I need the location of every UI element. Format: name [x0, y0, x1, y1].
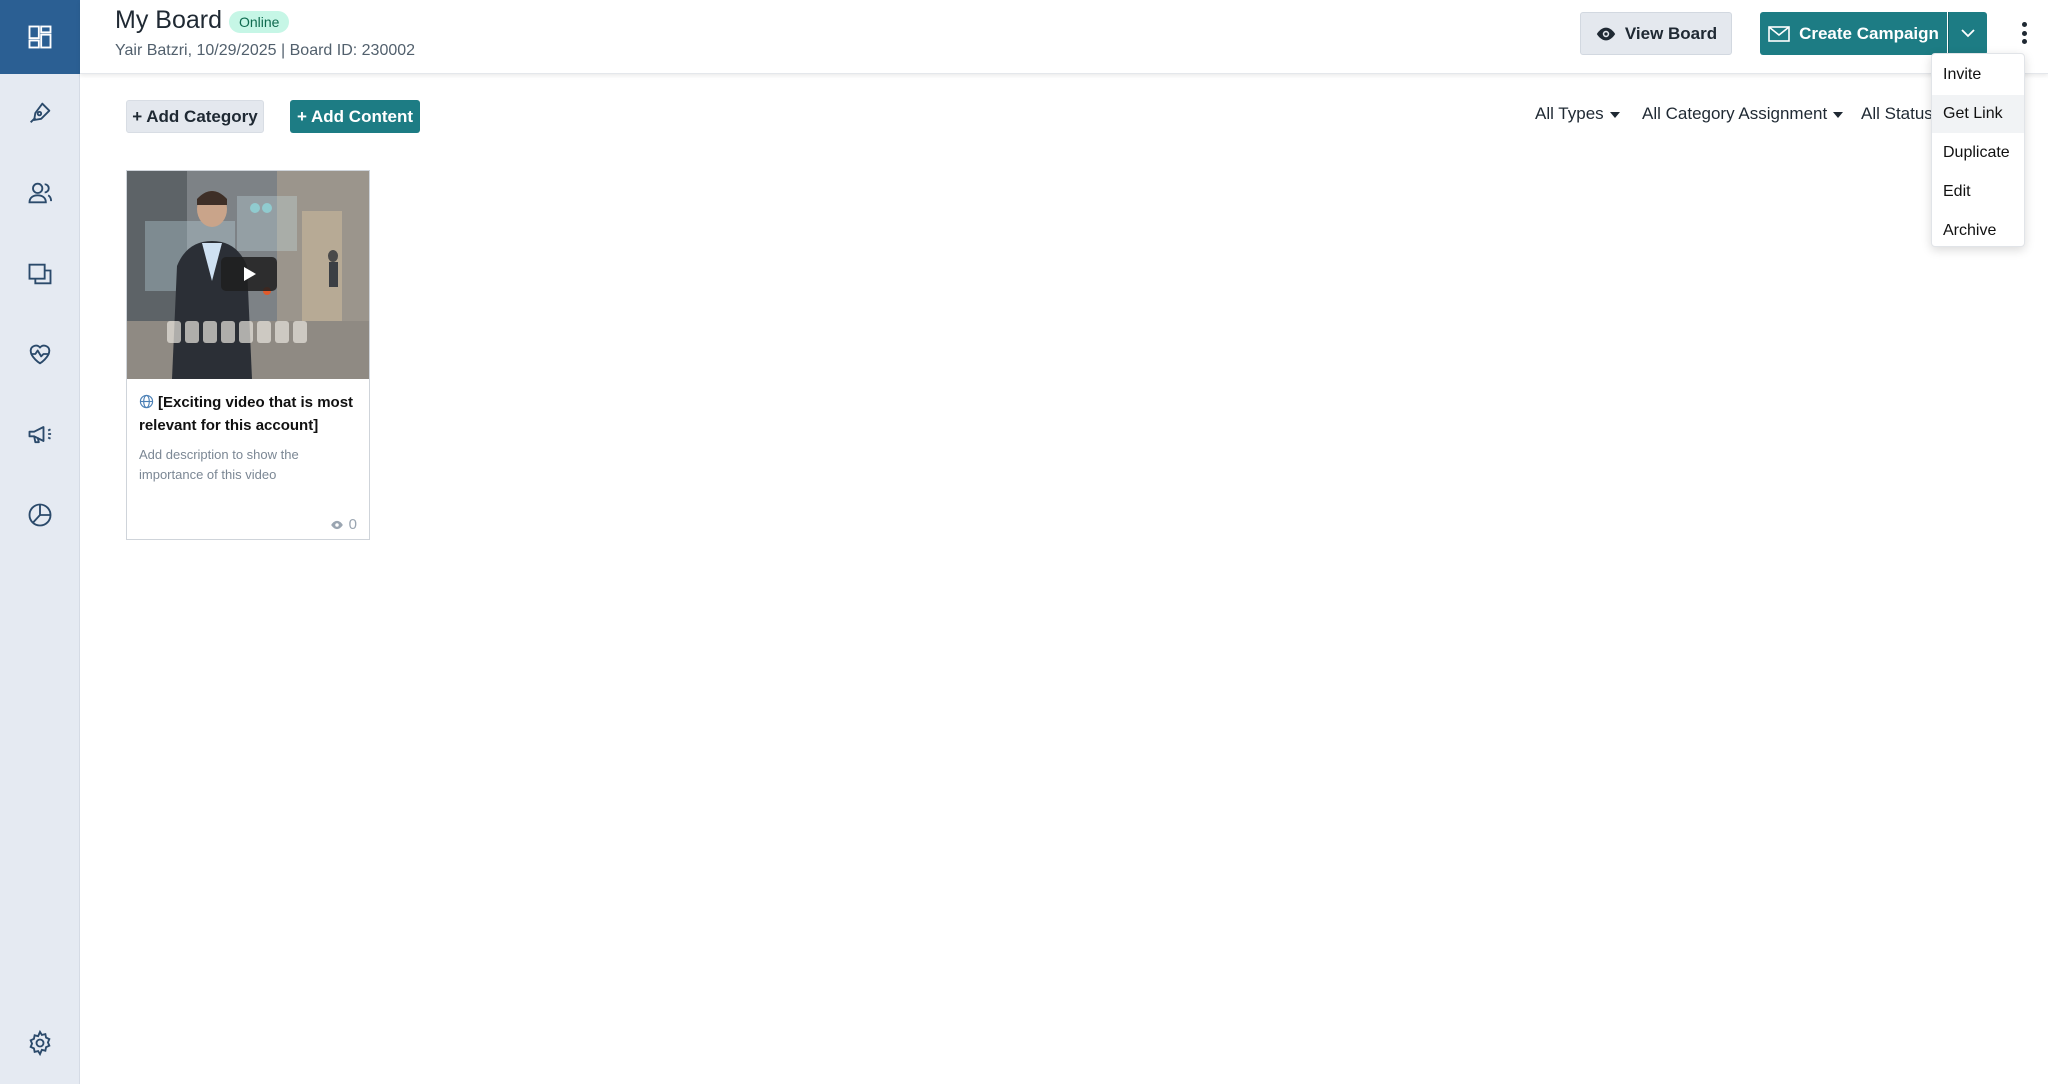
video-thumbnail[interactable]: [127, 171, 369, 379]
create-campaign-button[interactable]: Create Campaign: [1760, 12, 1947, 55]
page-header: My Board Online Yair Batzri, 10/29/2025 …: [80, 0, 2048, 74]
gear-icon: [29, 1029, 51, 1057]
view-count-value: 0: [348, 516, 357, 533]
content-card[interactable]: [Exciting video that is most relevant fo…: [126, 170, 370, 540]
page-title: My Board: [115, 6, 222, 34]
pen-tool-icon: [30, 102, 51, 123]
add-category-button[interactable]: + Add Category: [126, 100, 264, 133]
filter-types-label: All Types: [1535, 104, 1604, 123]
sidebar-item-engagement[interactable]: [0, 317, 80, 391]
kebab-dot: [2021, 39, 2027, 44]
caret-down-icon: [1833, 112, 1844, 118]
card-description: Add description to show the importance o…: [139, 447, 299, 482]
create-campaign-dropdown[interactable]: [1948, 12, 1987, 55]
sidebar-item-settings[interactable]: [0, 1006, 80, 1080]
card-view-count: 0: [330, 516, 357, 533]
pie-chart-icon: [28, 503, 52, 527]
chevron-down-icon: [1961, 29, 1975, 38]
sidebar: [0, 0, 80, 1084]
filter-types[interactable]: All Types: [1535, 104, 1620, 124]
dashboard-icon: [28, 25, 52, 49]
filter-category-assignment[interactable]: All Category Assignment: [1642, 104, 1844, 124]
status-badge: Online: [228, 11, 290, 33]
boards-icon: [28, 263, 52, 285]
mail-icon: [1768, 25, 1790, 42]
sidebar-item-campaigns[interactable]: [0, 397, 80, 471]
more-options-button[interactable]: [2012, 18, 2036, 48]
board-meta: Yair Batzri, 10/29/2025 | Board ID: 2300…: [115, 42, 416, 59]
menu-item-get-link[interactable]: Get Link: [1932, 95, 2024, 133]
globe-icon: [139, 394, 154, 409]
users-icon: [28, 182, 53, 204]
menu-item-duplicate[interactable]: Duplicate: [1932, 134, 2024, 172]
add-content-button[interactable]: + Add Content: [290, 100, 420, 133]
card-title-text: [Exciting video that is most relevant fo…: [139, 394, 354, 434]
filter-category-label: All Category Assignment: [1642, 104, 1828, 123]
sidebar-item-analytics[interactable]: [0, 478, 80, 552]
card-title: [Exciting video that is most relevant fo…: [139, 391, 363, 437]
kebab-dot: [2021, 22, 2027, 27]
title-row: My Board Online: [115, 6, 290, 35]
menu-item-edit[interactable]: Edit: [1932, 173, 2024, 211]
view-board-button[interactable]: View Board: [1580, 12, 1732, 55]
filter-status-label: All Status: [1861, 104, 1933, 123]
menu-item-invite[interactable]: Invite: [1932, 56, 2024, 94]
megaphone-icon: [28, 426, 52, 444]
menu-item-archive[interactable]: Archive: [1932, 212, 2024, 250]
sidebar-item-boards[interactable]: [0, 237, 80, 311]
app-root: My Board Online Yair Batzri, 10/29/2025 …: [0, 0, 2048, 1084]
heart-pulse-icon: [29, 344, 51, 365]
create-campaign-label: Create Campaign: [1799, 23, 1939, 43]
sidebar-item-dashboard[interactable]: [0, 0, 80, 74]
sidebar-item-users[interactable]: [0, 156, 80, 230]
filter-status[interactable]: All Status: [1861, 104, 1933, 124]
eye-icon: [330, 520, 343, 529]
eye-icon: [1596, 27, 1616, 40]
more-options-menu: Invite Get Link Duplicate Edit Archive: [1931, 53, 2025, 247]
play-icon: [244, 267, 256, 281]
sidebar-item-content[interactable]: [0, 76, 80, 150]
kebab-dot: [2021, 30, 2027, 36]
view-board-label: View Board: [1624, 23, 1718, 43]
play-button[interactable]: [221, 257, 277, 291]
caret-down-icon: [1609, 112, 1620, 118]
